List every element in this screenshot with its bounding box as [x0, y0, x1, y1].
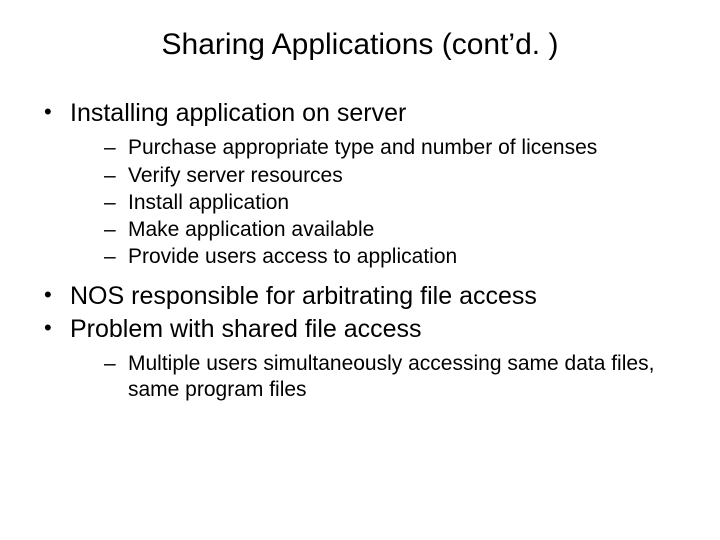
slide-title: Sharing Applications (cont’d. ) [40, 28, 680, 62]
list-item: Multiple users simultaneously accessing … [104, 351, 680, 404]
list-item-text: Verify server resources [128, 164, 343, 187]
bullet-list: Installing application on server Purchas… [40, 98, 680, 404]
sub-list: Purchase appropriate type and number of … [70, 135, 680, 270]
list-item-text: Purchase appropriate type and number of … [128, 136, 597, 159]
list-item-text: Make application available [128, 218, 374, 241]
list-item: NOS responsible for arbitrating file acc… [40, 281, 680, 312]
list-item-text: Provide users access to application [128, 245, 457, 268]
list-item-text: Installing application on server [70, 99, 406, 127]
list-item: Purchase appropriate type and number of … [104, 135, 680, 161]
sub-list: Multiple users simultaneously accessing … [70, 351, 680, 404]
list-item-text: Problem with shared file access [70, 315, 422, 343]
list-item: Install application [104, 190, 680, 216]
list-item: Problem with shared file access Multiple… [40, 314, 680, 404]
list-item-text: Multiple users simultaneously accessing … [128, 352, 654, 401]
list-item: Verify server resources [104, 163, 680, 189]
list-item: Provide users access to application [104, 244, 680, 270]
list-item: Installing application on server Purchas… [40, 98, 680, 271]
list-item: Make application available [104, 217, 680, 243]
list-item-text: Install application [128, 191, 289, 214]
list-item-text: NOS responsible for arbitrating file acc… [70, 282, 537, 310]
slide: Sharing Applications (cont’d. ) Installi… [0, 0, 720, 540]
